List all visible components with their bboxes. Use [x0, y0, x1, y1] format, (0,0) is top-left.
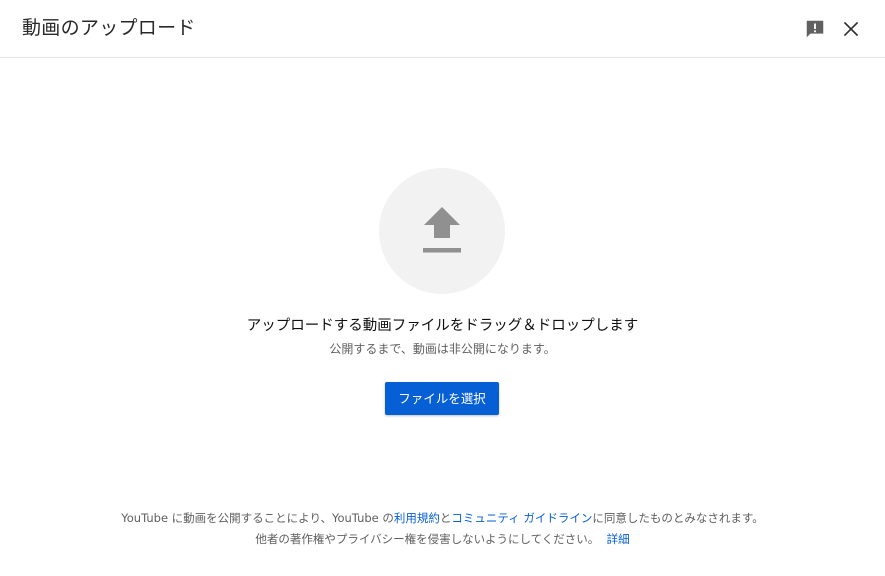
close-icon: [843, 21, 859, 37]
terms-notice-text-end: に同意したものとみなされます。: [592, 511, 764, 525]
copyright-notice-text: 他者の著作権やプライバシー権を侵害しないようにしてください。: [255, 532, 600, 546]
community-guidelines-link[interactable]: コミュニティ ガイドライン: [451, 511, 592, 525]
copyright-notice: 他者の著作権やプライバシー権を侵害しないようにしてください。 詳細: [0, 530, 885, 548]
upload-arrow-icon: [423, 207, 461, 253]
upload-instruction: アップロードする動画ファイルをドラッグ＆ドロップします: [246, 318, 639, 334]
feedback-button[interactable]: [802, 16, 828, 42]
select-file-button[interactable]: ファイルを選択: [385, 382, 499, 415]
terms-of-service-link[interactable]: 利用規約: [394, 511, 440, 525]
terms-notice-text: YouTube に動画を公開することにより、YouTube の: [121, 511, 394, 525]
terms-notice: YouTube に動画を公開することにより、YouTube の利用規約とコミュニ…: [0, 509, 885, 527]
feedback-icon: [806, 20, 824, 38]
privacy-note: 公開するまで、動画は非公開になります。: [329, 342, 556, 356]
learn-more-link[interactable]: 詳細: [607, 532, 630, 546]
close-button[interactable]: [838, 16, 864, 42]
dialog-title: 動画のアップロード: [22, 17, 196, 39]
dialog-header: 動画のアップロード: [0, 0, 885, 58]
upload-dialog: 動画のアップロード アップロードする動画ファイルをドラッグ＆ドロップします 公開…: [0, 0, 885, 576]
terms-notice-and: と: [439, 511, 452, 525]
upload-drop-zone[interactable]: [379, 168, 505, 294]
